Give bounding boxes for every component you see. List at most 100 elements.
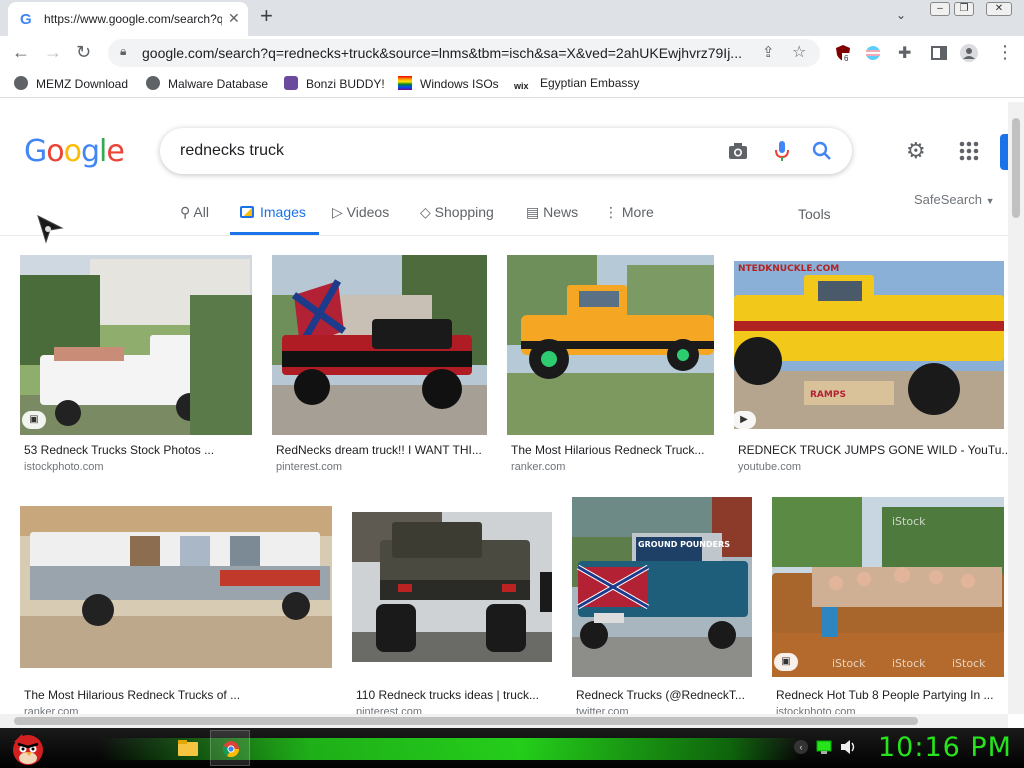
result-card[interactable]: 110 Redneck trucks ideas | truck... pint…: [352, 512, 552, 714]
tools-button[interactable]: Tools: [798, 206, 831, 222]
result-thumbnail[interactable]: [272, 255, 487, 435]
result-thumbnail[interactable]: GROUND POUNDERS: [572, 497, 752, 677]
watermark-text: NTEDKNUCKLE.COM: [738, 264, 839, 274]
rainbow-flag-icon: [398, 76, 412, 90]
result-title[interactable]: 53 Redneck Trucks Stock Photos ...: [24, 443, 214, 457]
chrome-menu-icon[interactable]: ⋮: [996, 42, 1014, 63]
scrollbar-thumb[interactable]: [14, 717, 918, 725]
browser-toolbar: ← → ↻ 🔒︎ google.com/search?q=rednecks+tr…: [0, 36, 1024, 70]
start-button-angry-bird-icon[interactable]: [8, 730, 46, 766]
result-card[interactable]: GROUND POUNDERS Redneck Trucks (@Redneck…: [572, 497, 752, 714]
tab-images[interactable]: Images: [240, 204, 306, 220]
close-window-button[interactable]: ✕: [986, 2, 1012, 16]
minimize-button[interactable]: –: [930, 2, 950, 16]
search-box[interactable]: rednecks truck: [160, 128, 852, 174]
taskbar-clock[interactable]: 10:16 PM: [878, 732, 1012, 763]
result-source[interactable]: ranker.com: [24, 706, 78, 714]
result-title[interactable]: The Most Hilarious Redneck Truck...: [511, 443, 704, 457]
network-monitor-icon[interactable]: [816, 739, 832, 755]
show-hidden-icons-icon[interactable]: ‹: [794, 740, 808, 754]
result-title[interactable]: Redneck Hot Tub 8 People Partying In ...: [776, 688, 993, 702]
result-source[interactable]: twitter.com: [576, 706, 629, 714]
tab-news[interactable]: ▤ News: [526, 204, 578, 221]
watermark-text: iStock: [892, 515, 926, 528]
tab-label: News: [543, 204, 579, 220]
forward-icon[interactable]: →: [44, 42, 62, 63]
vertical-scrollbar[interactable]: [1008, 102, 1024, 714]
address-bar[interactable]: 🔒︎ google.com/search?q=rednecks+truck&so…: [108, 39, 820, 67]
result-thumbnail[interactable]: [352, 512, 552, 662]
result-source[interactable]: istockphoto.com: [776, 706, 855, 714]
file-explorer-icon[interactable]: [174, 734, 202, 762]
result-card[interactable]: RAMPS DR NTEDKNUCKLE.COM ▶ REDNECK TRUCK…: [732, 261, 1008, 485]
safesearch-button[interactable]: SafeSearch ▼: [914, 192, 994, 207]
taskbar-glow: [100, 738, 800, 760]
mouse-cursor-icon: [37, 215, 64, 244]
bookmark-windows-isos[interactable]: Windows ISOs: [398, 76, 499, 91]
result-thumbnail[interactable]: iStock iStock iStock iStock: [772, 497, 1004, 677]
extensions-puzzle-icon[interactable]: ✚: [898, 43, 911, 63]
svg-text:DR: DR: [988, 319, 1004, 332]
result-title[interactable]: 110 Redneck trucks ideas | truck...: [356, 688, 539, 702]
camera-icon[interactable]: [728, 142, 748, 160]
ublock-extension-icon[interactable]: 6: [834, 44, 852, 62]
result-card[interactable]: ▣ 53 Redneck Trucks Stock Photos ... ist…: [20, 255, 252, 485]
sign-in-button[interactable]: [1000, 134, 1008, 170]
result-source[interactable]: youtube.com: [738, 461, 801, 473]
result-title[interactable]: The Most Hilarious Redneck Trucks of ...: [24, 688, 240, 702]
search-input[interactable]: rednecks truck: [180, 142, 284, 160]
tab-more[interactable]: ⋮ More: [604, 204, 654, 221]
google-page: Google rednecks truck ⚙ ⚲ All Images ▷ V…: [0, 102, 1008, 714]
result-title[interactable]: REDNECK TRUCK JUMPS GONE WILD - YouTu...: [738, 443, 1008, 457]
result-card[interactable]: RedNecks dream truck!! I WANT THI... pin…: [272, 255, 487, 485]
video-icon: ▷: [332, 204, 347, 220]
bookmark-star-icon[interactable]: ☆: [792, 42, 806, 62]
result-source[interactable]: pinterest.com: [356, 706, 422, 714]
result-title[interactable]: RedNecks dream truck!! I WANT THI...: [276, 443, 482, 457]
tab-all[interactable]: ⚲ All: [180, 204, 209, 221]
tab-videos[interactable]: ▷ Videos: [332, 204, 389, 221]
google-apps-icon[interactable]: [958, 140, 980, 162]
search-tabs: ⚲ All Images ▷ Videos ◇ Shopping ▤ News …: [0, 192, 1008, 236]
url-text[interactable]: google.com/search?q=rednecks+truck&sourc…: [142, 45, 742, 61]
tab-shopping[interactable]: ◇ Shopping: [420, 204, 494, 221]
result-thumbnail[interactable]: RAMPS DR NTEDKNUCKLE.COM: [734, 261, 1004, 429]
share-icon[interactable]: ⇪: [762, 43, 775, 61]
search-icon[interactable]: [812, 141, 832, 161]
result-thumbnail[interactable]: [507, 255, 714, 435]
result-source[interactable]: istockphoto.com: [24, 461, 103, 473]
browser-tab[interactable]: G https://www.google.com/search?q=rednec…: [8, 2, 248, 36]
scrollbar-thumb[interactable]: [1012, 118, 1020, 218]
horizontal-scrollbar[interactable]: [0, 714, 1008, 728]
result-source[interactable]: ranker.com: [511, 461, 565, 473]
result-thumbnail[interactable]: [20, 255, 252, 435]
tab-search-icon[interactable]: ⌄: [896, 8, 906, 22]
bookmark-egyptian-embassy[interactable]: wix Egyptian Embassy: [514, 76, 639, 95]
result-card[interactable]: The Most Hilarious Redneck Trucks of ...…: [20, 506, 332, 714]
flag-extension-icon[interactable]: [864, 44, 882, 62]
google-logo[interactable]: Google: [24, 134, 125, 169]
bookmark-malware-database[interactable]: Malware Database: [146, 76, 268, 91]
profile-avatar-icon[interactable]: [960, 44, 978, 62]
watermark-text: iStock: [832, 657, 866, 670]
volume-speaker-icon[interactable]: [840, 739, 858, 755]
reload-icon[interactable]: ↻: [76, 42, 91, 63]
result-card[interactable]: iStock iStock iStock iStock ▣ Redneck Ho…: [772, 497, 1004, 714]
chrome-taskbar-button[interactable]: [210, 730, 250, 766]
tab-label: Shopping: [434, 204, 494, 220]
microphone-icon[interactable]: [774, 140, 790, 162]
new-tab-icon[interactable]: +: [260, 5, 273, 27]
maximize-button[interactable]: ❐: [954, 2, 974, 16]
result-title[interactable]: Redneck Trucks (@RedneckT...: [576, 688, 745, 702]
more-vert-icon: ⋮: [604, 204, 622, 220]
bookmark-memz[interactable]: MEMZ Download: [14, 76, 128, 91]
side-panel-icon[interactable]: [930, 44, 948, 62]
close-tab-icon[interactable]: ✕: [228, 10, 240, 27]
result-source[interactable]: pinterest.com: [276, 461, 342, 473]
bookmark-bonzi-buddy[interactable]: Bonzi BUDDY!: [284, 76, 385, 91]
lock-icon[interactable]: 🔒︎: [120, 44, 126, 59]
result-card[interactable]: The Most Hilarious Redneck Truck... rank…: [507, 255, 714, 485]
back-icon[interactable]: ←: [12, 42, 30, 63]
settings-gear-icon[interactable]: ⚙: [906, 138, 926, 164]
result-thumbnail[interactable]: [20, 506, 332, 668]
